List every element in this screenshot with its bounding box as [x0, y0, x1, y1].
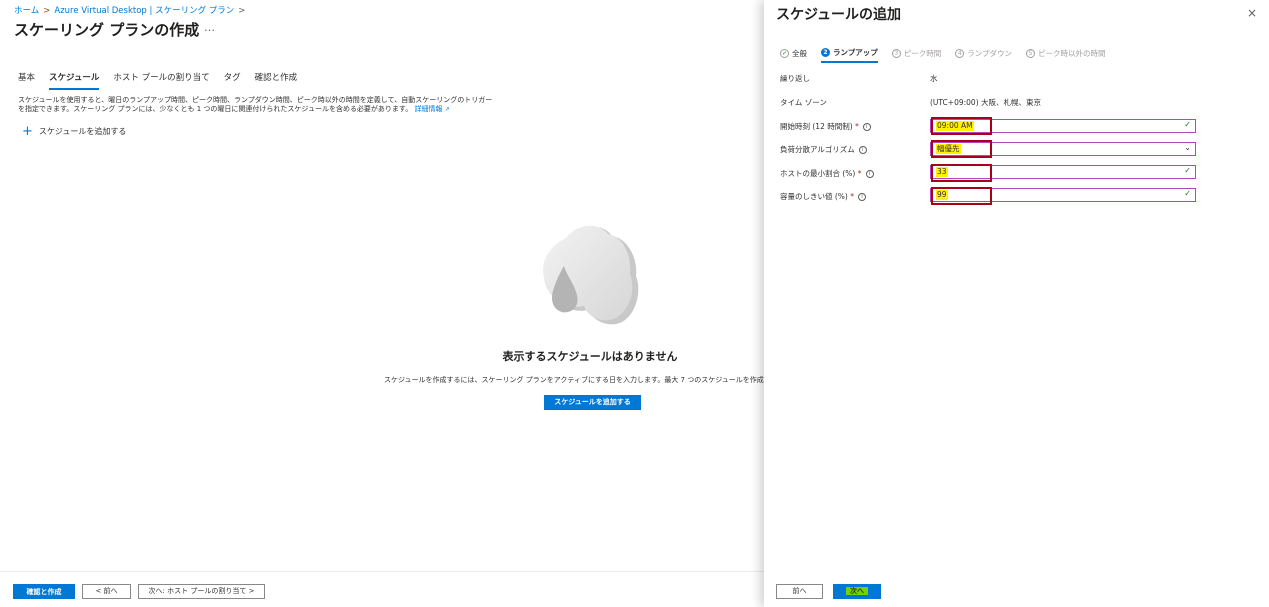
wizard-steps: ✓ 全般 2 ランプアップ 3 ピーク時間 4 ランプダウン 5 ピーク時以外の…: [780, 47, 1120, 63]
repeat-label: 繰り返し: [780, 74, 810, 83]
step-number: 5: [1026, 49, 1036, 58]
tab-basics[interactable]: 基本: [18, 71, 35, 90]
timezone-row: タイム ゾーン (UTC+09:00) 大阪、札幌、東京: [780, 97, 1041, 108]
step-off-peak-hours[interactable]: 5 ピーク時以外の時間: [1026, 47, 1106, 63]
step-label: ランプアップ: [833, 48, 878, 57]
step-number: 3: [891, 49, 901, 58]
breadcrumb: ホーム > Azure Virtual Desktop | スケーリング プラン >: [14, 4, 249, 16]
info-icon[interactable]: i: [865, 170, 874, 178]
next-host-pool-button[interactable]: 次へ: ホスト プールの割り当て >: [138, 584, 265, 599]
external-link-icon: ↗: [444, 106, 450, 113]
info-icon[interactable]: i: [862, 123, 871, 131]
min-hosts-label-text: ホストの最小割合 (%): [780, 169, 856, 178]
required-asterisk: *: [850, 192, 855, 201]
step-ramp-down[interactable]: 4 ランプダウン: [955, 47, 1012, 63]
valid-check-icon: ✓: [1184, 189, 1191, 198]
repeat-row: 繰り返し 水: [780, 73, 938, 84]
min-hosts-label: ホストの最小割合 (%) * i: [780, 168, 930, 179]
add-schedule-blade: スケジュールの追加 × ✓ 全般 2 ランプアップ 3 ピーク時間 4 ランプダ…: [764, 0, 1269, 607]
step-number: 2: [821, 48, 830, 57]
empty-state-description: スケジュールを作成するには、スケーリング プランをアクティブにする日を入力します…: [384, 375, 798, 385]
repeat-value: 水: [930, 74, 938, 83]
valid-check-icon: ✓: [1184, 120, 1191, 129]
plus-icon: +: [22, 123, 33, 139]
annotation-box: [931, 187, 992, 205]
step-number: 4: [955, 49, 965, 58]
chevron-down-icon: ⌄: [1184, 143, 1191, 152]
annotation-box: [931, 164, 992, 182]
step-label: ピーク時間: [903, 49, 942, 58]
blade-previous-button[interactable]: 前へ: [776, 584, 823, 599]
required-asterisk: *: [855, 122, 859, 131]
tab-schedules[interactable]: スケジュール: [49, 71, 100, 90]
min-hosts-row: ホストの最小割合 (%) * i: [780, 168, 930, 179]
start-time-label: 開始時刻 (12 時間制) * i: [780, 121, 930, 132]
step-peak-hours[interactable]: 3 ピーク時間: [891, 47, 942, 63]
step-ramp-up[interactable]: 2 ランプアップ: [821, 47, 878, 63]
tab-review-create[interactable]: 確認と作成: [255, 71, 298, 90]
empty-add-schedule-button[interactable]: スケジュールを追加する: [544, 395, 641, 410]
tab-bar: 基本 スケジュール ホスト プールの割り当て タグ 確認と作成: [18, 71, 311, 90]
step-label: ランプダウン: [967, 49, 1013, 58]
main-page: ホーム > Azure Virtual Desktop | スケーリング プラン > …: [0, 0, 798, 607]
breadcrumb-separator: >: [238, 6, 246, 16]
info-icon[interactable]: i: [858, 146, 867, 154]
breadcrumb-separator: >: [43, 6, 51, 16]
step-check-icon: ✓: [780, 49, 789, 58]
page-title: スケーリング プランの作成: [14, 21, 200, 39]
blade-next-button[interactable]: 次へ: [833, 584, 881, 599]
empty-state-description-text: スケジュールを作成するには、スケーリング プランをアクティブにする日を入力します…: [384, 376, 799, 384]
start-time-row: 開始時刻 (12 時間制) * i: [780, 121, 930, 132]
review-create-button[interactable]: 確認と作成: [13, 584, 75, 599]
info-icon[interactable]: i: [858, 193, 867, 201]
valid-check-icon: ✓: [1184, 166, 1191, 175]
required-asterisk: *: [857, 169, 862, 178]
blade-next-label: 次へ: [846, 587, 868, 595]
step-label: ピーク時以外の時間: [1038, 49, 1106, 58]
step-general[interactable]: ✓ 全般: [780, 47, 807, 63]
more-options-icon[interactable]: …: [204, 21, 216, 34]
annotation-box: [931, 140, 992, 158]
previous-button[interactable]: < 前へ: [82, 584, 131, 599]
tab-tags[interactable]: タグ: [224, 71, 241, 90]
step-label: 全般: [792, 49, 807, 58]
empty-state-title-text: 表示するスケジュールはありません: [502, 350, 678, 363]
capacity-label-text: 容量のしきい値 (%): [780, 192, 848, 201]
learn-more-link[interactable]: 詳細情報: [414, 105, 442, 113]
blade-title: スケジュールの追加: [776, 7, 902, 23]
breadcrumb-home[interactable]: ホーム: [14, 6, 39, 16]
breadcrumb-avd-scaling[interactable]: Azure Virtual Desktop | スケーリング プラン: [54, 6, 234, 16]
schedule-description: スケジュールを使用すると、曜日のランプアップ時間、ピーク時間、ランプダウン時間、…: [18, 96, 498, 114]
capacity-label: 容量のしきい値 (%) * i: [780, 191, 930, 202]
close-icon[interactable]: ×: [1247, 6, 1257, 20]
lb-algorithm-label: 負荷分散アルゴリズム i: [780, 144, 930, 155]
add-schedule-link[interactable]: + スケジュールを追加する: [22, 123, 127, 139]
annotation-box: [931, 117, 992, 135]
start-time-label-text: 開始時刻 (12 時間制): [780, 122, 853, 131]
lb-algorithm-row: 負荷分散アルゴリズム i: [780, 144, 930, 155]
add-schedule-label: スケジュールを追加する: [38, 127, 127, 136]
cloud-rain-illustration: [543, 225, 639, 325]
timezone-value: (UTC+09:00) 大阪、札幌、東京: [930, 98, 1042, 107]
capacity-row: 容量のしきい値 (%) * i: [780, 191, 930, 202]
tab-host-pool-assignment[interactable]: ホスト プールの割り当て: [113, 71, 209, 90]
footer-divider: [0, 571, 764, 572]
timezone-label: タイム ゾーン: [780, 98, 827, 107]
lb-algorithm-label-text: 負荷分散アルゴリズム: [780, 145, 855, 154]
